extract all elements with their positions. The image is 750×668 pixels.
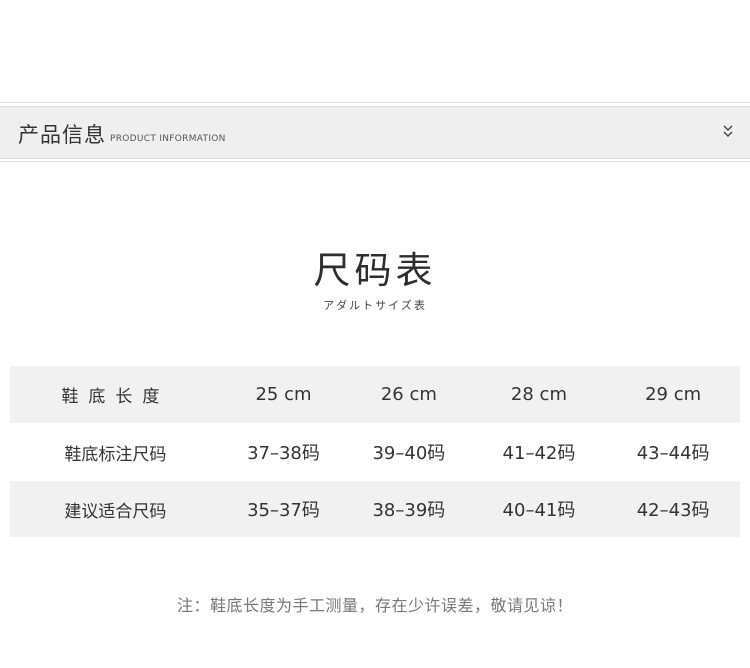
size-chart-title: 尺码表 xyxy=(313,249,437,292)
table-cell: 40–41码 xyxy=(471,481,607,537)
section-subtitle: PRODUCT INFORMATION xyxy=(110,134,226,144)
table-row: 鞋底标注尺码 37–38码 39–40码 41–42码 43–44码 xyxy=(10,423,740,481)
table-cell: 38–39码 xyxy=(346,481,472,537)
table-cell: 39–40码 xyxy=(372,443,446,464)
row-label: 鞋底标注尺码 xyxy=(64,444,167,465)
table-cell: 26 cm xyxy=(346,366,472,423)
table-cell: 42–43码 xyxy=(606,481,740,537)
row-label: 建议适合尺码 xyxy=(10,481,221,537)
size-table: 鞋底长度 25 cm 26 cm 28 cm 29 cm 鞋底标注尺码 37–3… xyxy=(10,366,740,537)
row-label: 鞋底长度 xyxy=(10,366,221,423)
table-row: 鞋底长度 25 cm 26 cm 28 cm 29 cm xyxy=(10,366,740,423)
table-cell: 37–38码 xyxy=(247,443,320,464)
table-row: 建议适合尺码 35–37码 38–39码 40–41码 42–43码 xyxy=(10,481,740,537)
table-cell: 41–42码 xyxy=(502,443,576,464)
divider-bottom xyxy=(0,161,750,162)
table-cell: 28 cm xyxy=(471,366,607,423)
chevron-double-down-icon[interactable] xyxy=(720,123,736,141)
table-cell: 29 cm xyxy=(606,366,740,423)
table-cell: 43–44码 xyxy=(636,443,710,464)
product-info-bar[interactable]: 产品信息 PRODUCT INFORMATION xyxy=(0,106,750,159)
divider-top xyxy=(0,102,750,103)
size-chart-subtitle: アダルトサイズ表 xyxy=(323,299,427,312)
table-cell: 35–37码 xyxy=(220,481,347,537)
measurement-note: 注：鞋底长度为手工测量，存在少许误差，敬请见谅！ xyxy=(176,596,573,615)
table-cell: 25 cm xyxy=(220,366,347,423)
section-title: 产品信息 xyxy=(18,123,106,147)
